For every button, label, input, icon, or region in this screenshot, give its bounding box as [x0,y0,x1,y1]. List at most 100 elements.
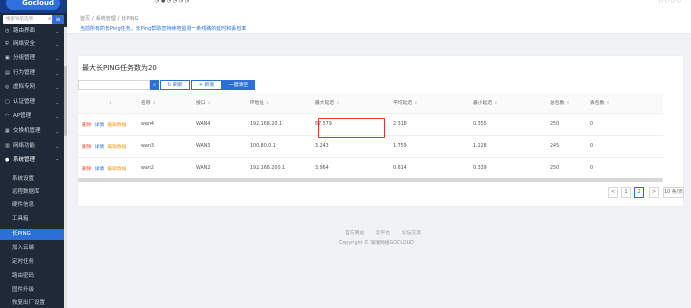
sort-icon[interactable]: ⇕ [494,100,497,105]
sidebar-item-label: 系统管理 [13,157,36,163]
col-header-ip[interactable]: IP地址 ⇕ [250,93,315,113]
sort-icon[interactable]: ⇕ [109,100,112,105]
cell-interface: WAN4 [196,112,250,135]
highlight-annotation-box [318,118,385,138]
page-1-button[interactable]: 1 [621,187,631,198]
clear-all-button[interactable]: 一键清空 [222,80,255,90]
edit-link[interactable]: 编辑数据 [107,167,126,172]
cell-interface: WAN2 [196,156,250,179]
footer-link-cloud[interactable]: 云平台 [376,231,390,236]
add-button[interactable]: + 新增 [191,80,222,90]
col-header-lost-packets[interactable]: 丢包数 ⇕ [590,93,663,113]
detail-link[interactable]: 详情 [95,145,105,150]
chevron-down-icon: ⌄ [55,114,59,119]
page-size-select[interactable]: 10 条/页 [663,187,684,198]
sidebar-subitem-scheduled-tasks[interactable]: 定时任务 [0,257,64,268]
sidebar-item-router[interactable]: ◷ 路由界面 ⌄ [0,25,67,38]
chevron-down-icon: ⌄ [55,144,59,149]
sidebar-item-label: AP管理 [13,113,32,119]
search-button[interactable]: ⌕ [150,80,159,90]
sidebar-subitem-router-password[interactable]: 路由密码 [0,271,64,282]
col-header-label: 最大延迟 [315,101,335,107]
edit-link[interactable]: 编辑数据 [107,145,126,150]
system-icon: ● [5,157,10,163]
col-header-label: 名称 [141,101,151,107]
gocloud-logo: Gocloud [6,0,60,10]
sort-icon[interactable]: ⇕ [208,100,211,105]
search-input[interactable] [78,80,150,90]
sidebar-subitem-settings[interactable]: 系统设置 [0,174,64,185]
detail-link[interactable]: 详情 [95,123,105,128]
sidebar-item-security[interactable]: ⛨ 网络安全 ⌄ [0,38,67,51]
sort-icon[interactable]: ⇕ [566,100,569,105]
sidebar-subitem-long-ping[interactable]: 长PING [0,229,64,240]
delete-link[interactable]: 删除 [82,145,92,150]
cell-total-packets: 250 [550,112,590,135]
cell-max-latency: 3.964 [315,156,393,179]
sidebar-subitem-factory-reset[interactable]: 恢复出厂设置 [0,298,64,308]
refresh-button[interactable]: ↻ 刷新 [160,80,190,90]
next-page-button[interactable]: > [649,187,659,198]
sidebar-subitem-toolbox[interactable]: 工具箱 [0,214,64,225]
footer-link-forum[interactable]: 论坛交流 [402,231,421,236]
col-header-total-packets[interactable]: 总包数 ⇕ [550,93,590,113]
chevron-down-icon: ⌄ [55,129,59,134]
col-header-avg-latency[interactable]: 平均延迟 ⇕ [393,93,473,113]
col-header-max-latency[interactable]: 最大延迟 ⇕ [315,93,393,113]
sort-icon[interactable]: ⇕ [153,100,156,105]
sidebar-item-behavior[interactable]: ▤ 行为管理 ⌄ [0,67,67,80]
cell-lost-packets: 0 [590,134,663,157]
sidebar-subitem-join-cloud[interactable]: 加入云端 [0,243,64,254]
sort-icon[interactable]: ⇕ [414,100,417,105]
chevron-down-icon: ⌄ [55,29,59,34]
sidebar-scrollbar-thumb[interactable] [64,66,67,136]
sidebar: Gocloud 搜索导航选项 ⌕ ≡ ◷ 路由界面 ⌄ ⛨ 网络安全 ⌄ ▣ 分组管理 ⌄ … [0,0,67,308]
sidebar-subitem-firmware[interactable]: 固件升级 [0,285,64,296]
cell-name: wan2 [141,156,196,179]
breadcrumb-system[interactable]: 系统管理 [96,16,116,22]
sidebar-item-system[interactable]: ● 系统管理 ⌃ [0,154,67,167]
col-header-interface[interactable]: 接口 ⇕ [196,93,250,113]
col-header-name[interactable]: 名称 ⇕ [141,93,196,113]
detail-link[interactable]: 详情 [95,167,105,172]
app-root: Gocloud 搜索导航选项 ⌕ ≡ ◷ 路由界面 ⌄ ⛨ 网络安全 ⌄ ▣ 分组管理 ⌄ … [0,0,691,308]
search-icon[interactable]: ⌕ [48,15,51,24]
chevron-up-icon: ⌃ [55,158,59,163]
sidebar-subitem-hardware[interactable]: 硬件信息 [0,200,64,211]
chevron-down-icon: ⌄ [55,42,59,47]
sidebar-item-label: 路由界面 [13,28,36,34]
sidebar-item-network[interactable]: ▥ 网络功能 ⌄ [0,140,67,153]
page-current-button[interactable]: 2 [634,187,644,198]
col-header-min-latency[interactable]: 最小延迟 ⇕ [473,93,550,113]
breadcrumb-separator: / [117,16,120,22]
sidebar-item-label: 虚拟专网 [13,84,36,90]
chevron-down-icon: ⌄ [55,56,59,61]
sort-icon[interactable]: ⇕ [266,100,269,105]
footer-link-official[interactable]: 官方网站 [345,231,364,236]
table-horizontal-scrollbar[interactable] [78,178,663,182]
delete-link[interactable]: 删除 [82,167,92,172]
sidebar-search-input[interactable]: 搜索导航选项 ⌕ ≡ [3,15,64,24]
delete-link[interactable]: 删除 [82,123,92,128]
sidebar-item-vpn[interactable]: ◎ 虚拟专网 ⌄ [0,81,67,94]
row-actions: 删除 详情 编辑数据 [78,156,141,179]
sort-icon[interactable]: ⇕ [606,100,609,105]
breadcrumb: 首页 / 系统管理 / 长PING [80,15,139,22]
sidebar-item-ap[interactable]: ◠ AP管理 ⌄ [0,110,67,123]
sidebar-item-auth[interactable]: ▢ 认证管理 ⌄ [0,96,67,109]
chevron-down-icon: ⌄ [55,71,59,76]
breadcrumb-home[interactable]: 首页 [80,16,90,22]
menu-toggle-icon[interactable]: ≡ [52,15,64,24]
sidebar-item-groups[interactable]: ▣ 分组管理 ⌄ [0,52,67,65]
sort-icon[interactable]: ⇕ [336,100,339,105]
group-icon: ▣ [5,55,10,61]
search-icon: ⌕ [153,83,156,88]
sidebar-subitem-remote-db[interactable]: 远程数据库 [0,187,64,198]
sidebar-item-switch[interactable]: ▦ 交换机管理 ⌄ [0,125,67,138]
card-title: 最大长PING任务数为20 [82,64,157,72]
edit-link[interactable]: 编辑数据 [107,123,126,128]
sidebar-item-label: 行为管理 [13,70,36,76]
prev-page-button[interactable]: < [608,187,618,198]
auth-icon: ▢ [5,99,10,105]
page-description: 当前所有的长Ping任务。长Ping帮助您持续地监测一条线路的延时和丢包率 [80,26,247,32]
